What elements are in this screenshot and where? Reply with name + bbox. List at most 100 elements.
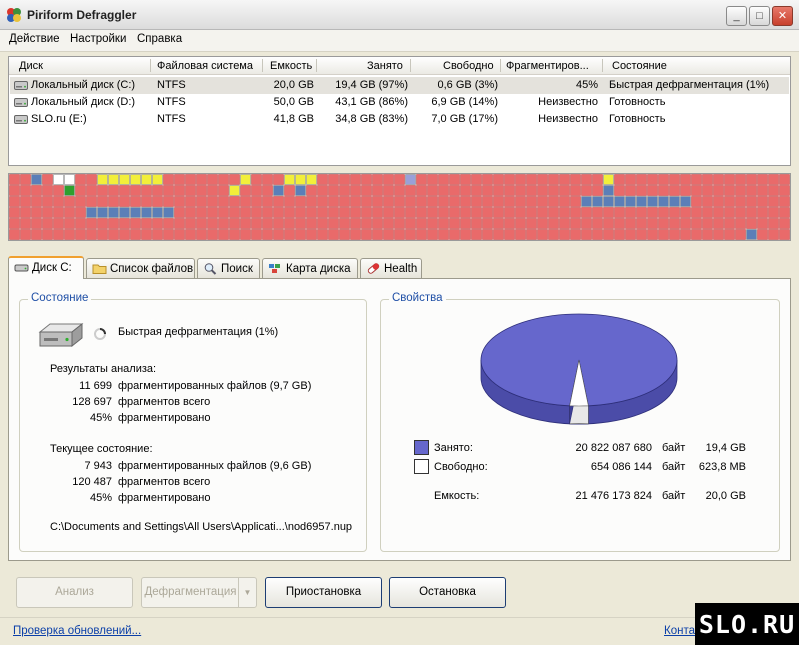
cluster-block-fragmented [603, 229, 614, 240]
cluster-block-fragmented [284, 218, 295, 229]
cluster-block-contiguous [295, 185, 306, 196]
cluster-block-fragmented [284, 196, 295, 207]
cluster-block-fragmented [152, 218, 163, 229]
column-capacity[interactable]: Емкость [270, 60, 312, 72]
cluster-block-fragmented [482, 185, 493, 196]
cluster-block-contiguous [86, 207, 97, 218]
cluster-block-fragmented [262, 174, 273, 185]
cluster-block-fragmented [218, 185, 229, 196]
cluster-block-fragmented [9, 174, 20, 185]
maximize-button[interactable]: □ [749, 6, 770, 26]
cluster-block-fragmented [317, 218, 328, 229]
cluster-block-fragmented [196, 174, 207, 185]
cluster-block-fragmented [185, 218, 196, 229]
column-filesystem[interactable]: Файловая система [157, 60, 253, 72]
column-state[interactable]: Состояние [612, 60, 667, 72]
cluster-block-fragmented [383, 196, 394, 207]
drive-row-d[interactable]: Локальный диск (D:) NTFS 50,0 GB 43,1 GB… [10, 94, 789, 111]
cluster-block-fragmented [284, 229, 295, 240]
close-button[interactable]: ✕ [772, 6, 793, 26]
cluster-block-fragmented [229, 174, 240, 185]
cluster-block-fragmented [680, 207, 691, 218]
cluster-block-fragmented [779, 174, 790, 185]
capacity-bytes: 21 476 173 824 [575, 490, 652, 502]
cluster-block-system [119, 174, 130, 185]
cluster-block-fragmented [350, 218, 361, 229]
cluster-block-fragmented [31, 207, 42, 218]
cluster-block-fragmented [196, 185, 207, 196]
contact-link[interactable]: Конта [664, 625, 695, 637]
cluster-block-fragmented [581, 174, 592, 185]
cluster-block-fragmented [515, 196, 526, 207]
tab-search[interactable]: Поиск [197, 258, 260, 278]
cluster-block-fragmented [537, 174, 548, 185]
column-used[interactable]: Занято [367, 60, 403, 72]
cluster-block-fragmented [273, 196, 284, 207]
cluster-block-fragmented [97, 218, 108, 229]
cluster-block-fragmented [548, 174, 559, 185]
minimize-button[interactable]: _ [726, 6, 747, 26]
cluster-block-fragmented [339, 218, 350, 229]
drive-row-e[interactable]: SLO.ru (E:) NTFS 41,8 GB 34,8 GB (83%) 7… [10, 111, 789, 128]
cluster-block-fragmented [207, 207, 218, 218]
cluster-block-contiguous [636, 196, 647, 207]
cluster-block-fragmented [284, 185, 295, 196]
cluster-block-fragmented [163, 218, 174, 229]
menu-action[interactable]: Действие [9, 33, 60, 45]
cluster-block-fragmented [163, 174, 174, 185]
cluster-block-fragmented [229, 207, 240, 218]
cluster-block-fragmented [779, 185, 790, 196]
column-free[interactable]: Свободно [443, 60, 494, 72]
column-disk[interactable]: Диск [19, 60, 43, 72]
defrag-button[interactable]: Дефрагментация ▼ [141, 577, 257, 608]
drive-row-c[interactable]: Локальный диск (C:) NTFS 20,0 GB 19,4 GB… [10, 77, 789, 94]
cluster-block-fragmented [75, 196, 86, 207]
cluster-block-fragmented [251, 174, 262, 185]
cluster-block-fragmented [680, 229, 691, 240]
cluster-block-fragmented [251, 229, 262, 240]
defrag-dropdown-arrow-icon[interactable]: ▼ [238, 578, 256, 607]
stop-button[interactable]: Остановка [389, 577, 506, 608]
disk-cluster-map[interactable] [8, 173, 791, 241]
analyze-button[interactable]: Анализ [16, 577, 133, 608]
tab-disk-c[interactable]: Диск C: [8, 256, 84, 279]
cluster-block-fragmented [97, 229, 108, 240]
cluster-block-fragmented [482, 207, 493, 218]
cluster-block-fragmented [603, 218, 614, 229]
cluster-block-fragmented [471, 229, 482, 240]
menu-settings[interactable]: Настройки [70, 33, 126, 45]
menu-help[interactable]: Справка [137, 33, 182, 45]
tab-file-list[interactable]: Список файлов [86, 258, 195, 278]
cluster-block-fragmented [559, 207, 570, 218]
cluster-block-fragmented [240, 196, 251, 207]
column-fragmented[interactable]: Фрагментиров... [506, 60, 589, 72]
cluster-block-fragmented [20, 185, 31, 196]
tab-label: Поиск [221, 263, 253, 275]
cluster-block-fragmented [141, 196, 152, 207]
cluster-block-fragmented [493, 218, 504, 229]
cluster-block-fragmented [625, 229, 636, 240]
cluster-block-fragmented [361, 196, 372, 207]
cluster-block-fragmented [416, 196, 427, 207]
drive-fs: NTFS [157, 96, 186, 108]
cluster-block-fragmented [196, 229, 207, 240]
cluster-block-fragmented [273, 229, 284, 240]
title-bar[interactable]: Piriform Defraggler _ □ ✕ [0, 0, 799, 30]
cluster-block-fragmented [482, 174, 493, 185]
cluster-block-fragmented [229, 218, 240, 229]
cluster-block-fragmented [262, 229, 273, 240]
cluster-block-fragmented [295, 207, 306, 218]
cluster-block-fragmented [64, 207, 75, 218]
cluster-block-fragmented [42, 196, 53, 207]
tab-health[interactable]: Health [360, 258, 422, 278]
cluster-block-fragmented [702, 185, 713, 196]
tab-label: Список файлов [110, 263, 194, 275]
cluster-block-fragmented [647, 174, 658, 185]
check-updates-link[interactable]: Проверка обновлений... [13, 625, 141, 637]
pause-button[interactable]: Приостановка [265, 577, 382, 608]
drive-list[interactable]: Диск Файловая система Емкость Занято Сво… [8, 56, 791, 166]
tab-disk-map[interactable]: Карта диска [262, 258, 358, 278]
cluster-block-fragmented [460, 185, 471, 196]
cluster-block-fragmented [130, 218, 141, 229]
cluster-block-fragmented [317, 196, 328, 207]
